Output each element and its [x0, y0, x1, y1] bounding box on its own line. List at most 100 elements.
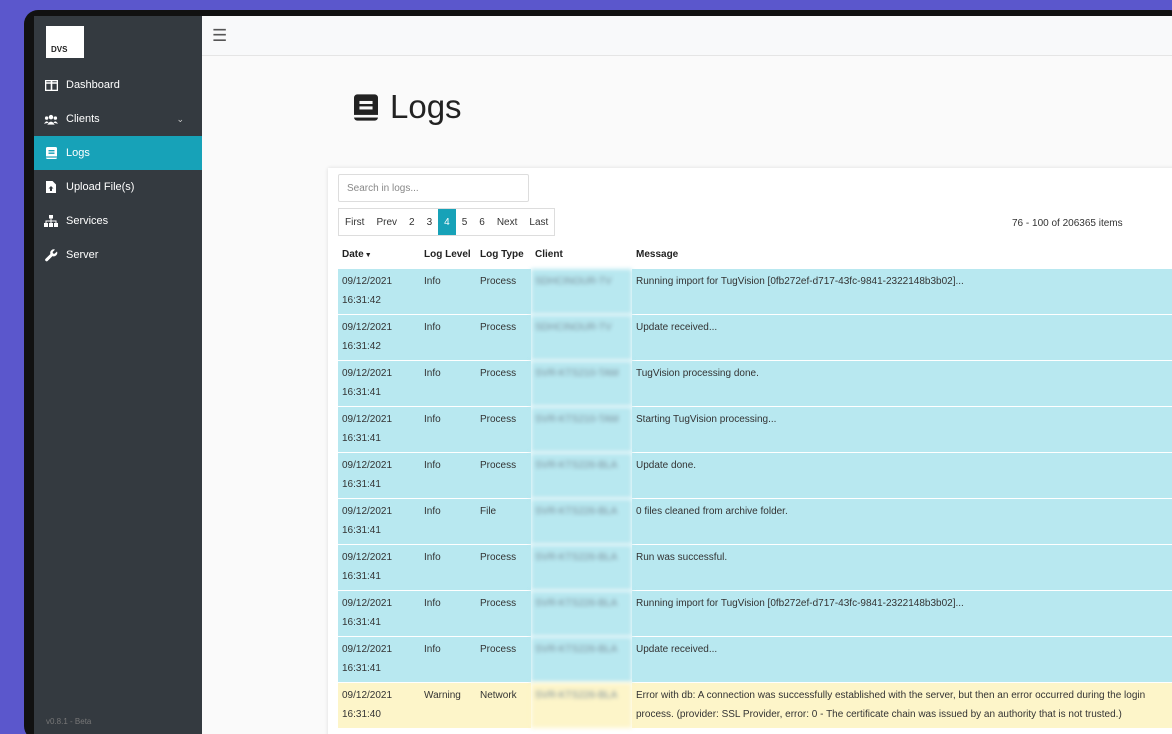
table-row[interactable]: 09/12/2021 16:31:42 Info Process SDHCINO… — [338, 314, 1172, 361]
sidebar-item-server[interactable]: Server — [34, 238, 202, 272]
sidebar-item-clients[interactable]: Clients ⌄ — [34, 102, 202, 136]
cell-level: Info — [420, 314, 476, 361]
items-count: 76 - 100 of 206365 items — [1012, 218, 1123, 229]
sidebar-item-label: Logs — [66, 147, 90, 159]
page-prev-button[interactable]: Prev — [370, 209, 403, 235]
search-input[interactable] — [338, 174, 529, 202]
sidebar: DVS Dashboard Clients ⌄ Logs Upload File… — [34, 16, 202, 734]
cell-date: 09/12/2021 16:31:42 — [338, 268, 420, 315]
cell-message: Running import for TugVision [0fb272ef-d… — [632, 590, 1172, 637]
cell-date: 09/12/2021 16:31:41 — [338, 636, 420, 683]
cell-type: Process — [476, 360, 531, 407]
app-version: v0.8.1 - Beta — [46, 717, 92, 726]
cell-date: 09/12/2021 16:31:41 — [338, 406, 420, 453]
sidebar-item-label: Clients — [66, 113, 100, 125]
cell-type: File — [476, 498, 531, 545]
book-icon — [44, 146, 58, 160]
page-title: Logs — [354, 88, 462, 126]
table-row[interactable]: 09/12/2021 16:31:40 Warning Network SVR-… — [338, 682, 1172, 728]
cell-message: Run was successful. — [632, 544, 1172, 591]
sidebar-item-label: Upload File(s) — [66, 181, 135, 193]
page-6-button[interactable]: 6 — [473, 209, 491, 235]
sidebar-item-label: Services — [66, 215, 109, 227]
cell-client: SVR-KTS226-BLA — [531, 682, 632, 728]
logs-table: Date▼ Log Level Log Type Client Message … — [338, 244, 1172, 728]
users-icon — [44, 112, 58, 126]
table-row[interactable]: 09/12/2021 16:31:41 Info Process SVR-KTS… — [338, 406, 1172, 453]
cell-level: Info — [420, 590, 476, 637]
cell-client: SVR-KTS210-TAM — [531, 360, 632, 407]
cell-level: Info — [420, 406, 476, 453]
logs-card: First Prev 2 3 4 5 6 Next Last 76 - 100 … — [328, 168, 1172, 734]
cell-message: Running import for TugVision [0fb272ef-d… — [632, 268, 1172, 315]
sidebar-item-services[interactable]: Services — [34, 204, 202, 238]
page-4-button[interactable]: 4 — [438, 209, 456, 235]
cell-message: Update received... — [632, 636, 1172, 683]
cell-client: SDHCINOUR-TV — [531, 268, 632, 315]
sidebar-item-dashboard[interactable]: Dashboard — [34, 68, 202, 102]
sidebar-item-label: Dashboard — [66, 79, 120, 91]
page-first-button[interactable]: First — [339, 209, 370, 235]
page-title-text: Logs — [390, 88, 462, 125]
header-log-type[interactable]: Log Type — [476, 244, 531, 269]
page-5-button[interactable]: 5 — [456, 209, 474, 235]
header-date[interactable]: Date▼ — [338, 244, 420, 269]
cell-type: Process — [476, 544, 531, 591]
pagination: First Prev 2 3 4 5 6 Next Last — [338, 208, 556, 236]
brand[interactable]: DVS — [34, 16, 202, 68]
cell-client: SVR-KTS226-BLA — [531, 590, 632, 637]
cell-level: Warning — [420, 682, 476, 728]
page-next-button[interactable]: Next — [491, 209, 524, 235]
sidebar-item-logs[interactable]: Logs — [34, 136, 202, 170]
page-last-button[interactable]: Last — [523, 209, 554, 235]
cell-date: 09/12/2021 16:31:41 — [338, 360, 420, 407]
sitemap-icon — [44, 214, 58, 228]
table-row[interactable]: 09/12/2021 16:31:41 Info Process SVR-KTS… — [338, 452, 1172, 499]
cell-level: Info — [420, 360, 476, 407]
cell-message: Update done. — [632, 452, 1172, 499]
header-message[interactable]: Message — [632, 244, 1172, 269]
page-3-button[interactable]: 3 — [421, 209, 439, 235]
cell-level: Info — [420, 452, 476, 499]
header-client[interactable]: Client — [531, 244, 632, 269]
cell-type: Process — [476, 406, 531, 453]
cell-client: SVR-KTS210-TAM — [531, 406, 632, 453]
top-navbar: ☰ — [202, 16, 1172, 56]
cell-type: Process — [476, 590, 531, 637]
cell-level: Info — [420, 498, 476, 545]
page-2-button[interactable]: 2 — [403, 209, 421, 235]
header-log-level[interactable]: Log Level — [420, 244, 476, 269]
sort-desc-icon[interactable]: ▼ — [365, 252, 372, 259]
cell-date: 09/12/2021 16:31:41 — [338, 544, 420, 591]
file-upload-icon — [44, 180, 58, 194]
table-row[interactable]: 09/12/2021 16:31:41 Info File SVR-KTS226… — [338, 498, 1172, 545]
main-area: ☰ Logs First Prev 2 3 4 5 6 Next Last — [202, 16, 1172, 734]
table-row[interactable]: 09/12/2021 16:31:41 Info Process SVR-KTS… — [338, 636, 1172, 683]
cell-level: Info — [420, 636, 476, 683]
cell-client: SDHCINOUR-TV — [531, 314, 632, 361]
book-icon — [354, 93, 378, 121]
content-area: Logs First Prev 2 3 4 5 6 Next Last 76 -… — [202, 56, 1172, 734]
cell-client: SVR-KTS226-BLA — [531, 636, 632, 683]
sidebar-item-label: Server — [66, 249, 99, 261]
table-row[interactable]: 09/12/2021 16:31:42 Info Process SDHCINO… — [338, 268, 1172, 315]
cell-date: 09/12/2021 16:31:41 — [338, 452, 420, 499]
table-row[interactable]: 09/12/2021 16:31:41 Info Process SVR-KTS… — [338, 544, 1172, 591]
cell-date: 09/12/2021 16:31:41 — [338, 498, 420, 545]
chevron-down-icon[interactable]: ⌄ — [176, 114, 184, 125]
table-header-row: Date▼ Log Level Log Type Client Message — [338, 244, 1172, 269]
cell-client: SVR-KTS226-BLA — [531, 452, 632, 499]
brand-logo[interactable]: DVS — [46, 26, 84, 58]
menu-toggle-icon[interactable]: ☰ — [212, 26, 227, 46]
dashboard-icon — [44, 78, 58, 92]
cell-date: 09/12/2021 16:31:41 — [338, 590, 420, 637]
app-window: DVS Dashboard Clients ⌄ Logs Upload File… — [24, 10, 1172, 734]
cell-level: Info — [420, 268, 476, 315]
cell-client: SVR-KTS226-BLA — [531, 544, 632, 591]
cell-type: Network — [476, 682, 531, 728]
cell-type: Process — [476, 452, 531, 499]
cell-date: 09/12/2021 16:31:42 — [338, 314, 420, 361]
table-row[interactable]: 09/12/2021 16:31:41 Info Process SVR-KTS… — [338, 590, 1172, 637]
table-row[interactable]: 09/12/2021 16:31:41 Info Process SVR-KTS… — [338, 360, 1172, 407]
sidebar-item-upload[interactable]: Upload File(s) — [34, 170, 202, 204]
